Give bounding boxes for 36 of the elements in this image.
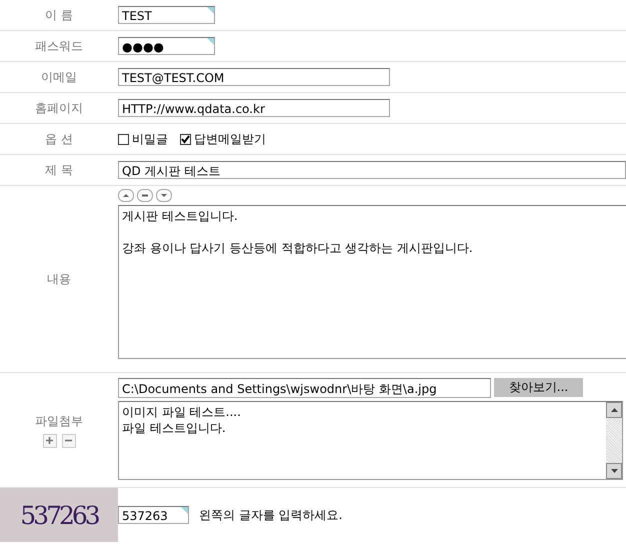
plus-icon — [46, 437, 53, 444]
checkbox[interactable] — [180, 134, 191, 144]
checkbox[interactable] — [118, 134, 129, 144]
text-area[interactable]: 이미지 파일 테스트.... 파일 테스트입니다. — [118, 401, 623, 480]
field-label: 내용 — [47, 270, 71, 288]
browse-button[interactable]: 찾아보기... — [494, 378, 583, 397]
field-label: 패스워드 — [35, 38, 83, 54]
hint-text: 왼쪽의 글자를 입력하세요. — [199, 506, 342, 524]
add-file-button[interactable] — [42, 434, 56, 448]
shrink-button[interactable] — [156, 189, 172, 202]
field-label: 홈페이지 — [35, 100, 83, 116]
expand-button[interactable] — [118, 189, 134, 202]
field-label: 이메일 — [41, 68, 77, 86]
input-field[interactable]: QD 게시판 테스트 — [118, 161, 626, 179]
down-arrow-icon — [161, 193, 167, 198]
minus-icon — [65, 437, 72, 444]
field-label: 파일첨부 — [35, 412, 83, 430]
scrollbar[interactable] — [606, 402, 622, 479]
field-label: 제 목 — [45, 162, 73, 178]
field-label: 옵 션 — [45, 130, 73, 148]
text-area[interactable]: 게시판 테스트입니다. 강좌 용이나 답사기 등산등에 적합하다고 생각하는 게시판입니다. — [118, 205, 626, 359]
up-arrow-icon — [123, 193, 129, 198]
input-field[interactable]: HTTP://www.qdata.co.kr — [118, 99, 390, 117]
input-field[interactable]: 537263 — [118, 506, 189, 524]
reset-button[interactable] — [137, 189, 153, 202]
file-path-field[interactable]: C:\Documents and Settings\wjswodnr\바탕 화면\a.jpg — [118, 378, 491, 398]
scroll-down-icon[interactable] — [610, 469, 618, 473]
input-field[interactable]: ●●●● — [118, 37, 215, 55]
field-label: 이 름 — [45, 6, 73, 24]
input-field[interactable]: TEST — [118, 6, 215, 24]
checkbox-label: 답변메일받기 — [194, 130, 266, 148]
remove-file-button[interactable] — [62, 434, 76, 448]
captcha-text: 537263 — [20, 500, 98, 530]
checkbox-label: 비밀글 — [132, 130, 168, 148]
input-field[interactable]: TEST@TEST.COM — [118, 68, 390, 86]
scroll-up-icon[interactable] — [610, 408, 618, 412]
